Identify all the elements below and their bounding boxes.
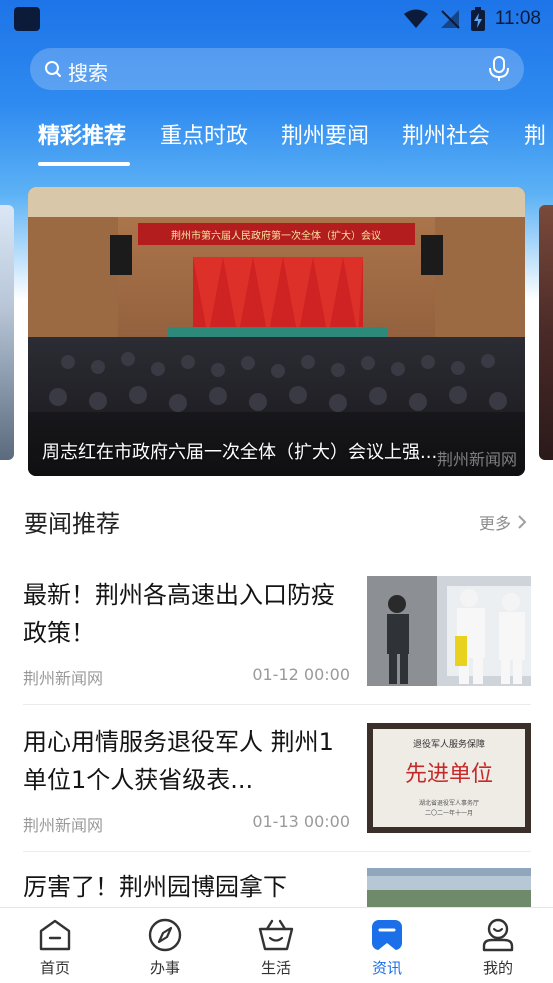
search-icon (45, 61, 61, 77)
no-sim-icon (440, 10, 460, 29)
divider (23, 851, 531, 852)
tab-politics[interactable]: 重点时政 (160, 118, 248, 150)
plaque-issuer: 湖北省退役军人事务厅 (419, 799, 479, 807)
conference-photo: 荆州市第六届人民政府第一次全体（扩大）会议 (28, 187, 525, 476)
plaque-title: 先进单位 (405, 762, 493, 787)
news-source: 荆州新闻网 (23, 669, 104, 688)
status-time: 11:08 (494, 8, 541, 29)
carousel-next-slide[interactable] (539, 205, 553, 460)
news-icon (372, 920, 402, 951)
nav-label: 首页 (39, 959, 70, 977)
profile-icon (482, 918, 514, 952)
banner-headline: 荆州市第六届人民政府第一次全体（扩大）会议 (171, 229, 381, 242)
more-label: 更多 (478, 514, 511, 533)
news-date: 01-12 00:00 (252, 665, 350, 684)
compass-icon (148, 918, 182, 952)
carousel-prev-slide[interactable] (0, 205, 14, 460)
status-indicators: 11:08 (403, 6, 541, 32)
news-thumbnail: 退役军人服务保障 先进单位 湖北省退役军人事务厅 二〇二一年十一月 (367, 723, 531, 833)
section-title: 要闻推荐 (24, 510, 120, 538)
banner-caption: 周志红在市政府六届一次全体（扩大）会议上强... (42, 442, 438, 463)
microphone-icon[interactable] (488, 56, 510, 82)
nav-services[interactable]: 办事 (110, 908, 220, 983)
nav-home[interactable]: 首页 (0, 908, 110, 983)
plaque-date: 二〇二一年十一月 (425, 809, 473, 817)
tab-indicator (38, 162, 130, 166)
battery-charging-icon (470, 7, 485, 31)
nav-label: 办事 (149, 959, 180, 977)
nav-profile[interactable]: 我的 (443, 908, 553, 983)
tab-jingzhou-news[interactable]: 荆州要闻 (281, 118, 369, 150)
carousel-banner[interactable]: 荆州市第六届人民政府第一次全体（扩大）会议 周志红在市政府六届一次全体（扩大）会… (28, 187, 525, 476)
category-tabs: 精彩推荐 重点时政 荆州要闻 荆州社会 荆 (38, 118, 553, 168)
wifi-icon (403, 9, 428, 28)
news-thumbnail (367, 576, 531, 686)
chevron-right-icon (518, 515, 527, 529)
app-screen: 11:08 搜索 精彩推荐 重点时政 荆州要闻 荆州社会 荆 荆州市第六届人民政… (0, 0, 553, 983)
news-title: 用心用情服务退役军人 荆州1单位1个人获省级表... (23, 728, 334, 794)
divider (23, 704, 531, 705)
nav-label: 我的 (482, 959, 513, 977)
news-item[interactable]: 最新！荆州各高速出入口防疫政策！ 荆州新闻网 01-12 00:00 (0, 576, 553, 722)
basket-icon (258, 919, 294, 951)
tab-featured[interactable]: 精彩推荐 (38, 118, 126, 150)
app-notification-icon (14, 7, 40, 31)
news-source: 荆州新闻网 (23, 816, 104, 835)
news-date: 01-13 00:00 (252, 812, 350, 831)
banner-watermark: 荆州新闻网 (436, 450, 517, 469)
search-input[interactable]: 搜索 (68, 57, 108, 86)
search-bar[interactable]: 搜索 (30, 48, 524, 90)
news-title: 最新！荆州各高速出入口防疫政策！ (23, 581, 335, 647)
nav-life[interactable]: 生活 (221, 908, 331, 983)
news-item[interactable]: 用心用情服务退役军人 荆州1单位1个人获省级表... 荆州新闻网 01-13 0… (0, 723, 553, 869)
nav-label: 资讯 (371, 959, 402, 977)
more-link[interactable]: 更多 (479, 510, 527, 534)
tab-jingzhou-society[interactable]: 荆州社会 (402, 118, 490, 150)
home-icon (39, 919, 71, 951)
status-bar: 11:08 (0, 0, 553, 38)
news-title: 厉害了！荆州园博园拿下 (23, 873, 287, 901)
bottom-navigation: 首页 办事 生活 资讯 我的 (0, 907, 553, 983)
plaque-header: 退役军人服务保障 (413, 738, 485, 750)
tab-more-partial[interactable]: 荆 (524, 118, 546, 150)
nav-news[interactable]: 资讯 (332, 908, 442, 983)
nav-label: 生活 (260, 959, 291, 977)
